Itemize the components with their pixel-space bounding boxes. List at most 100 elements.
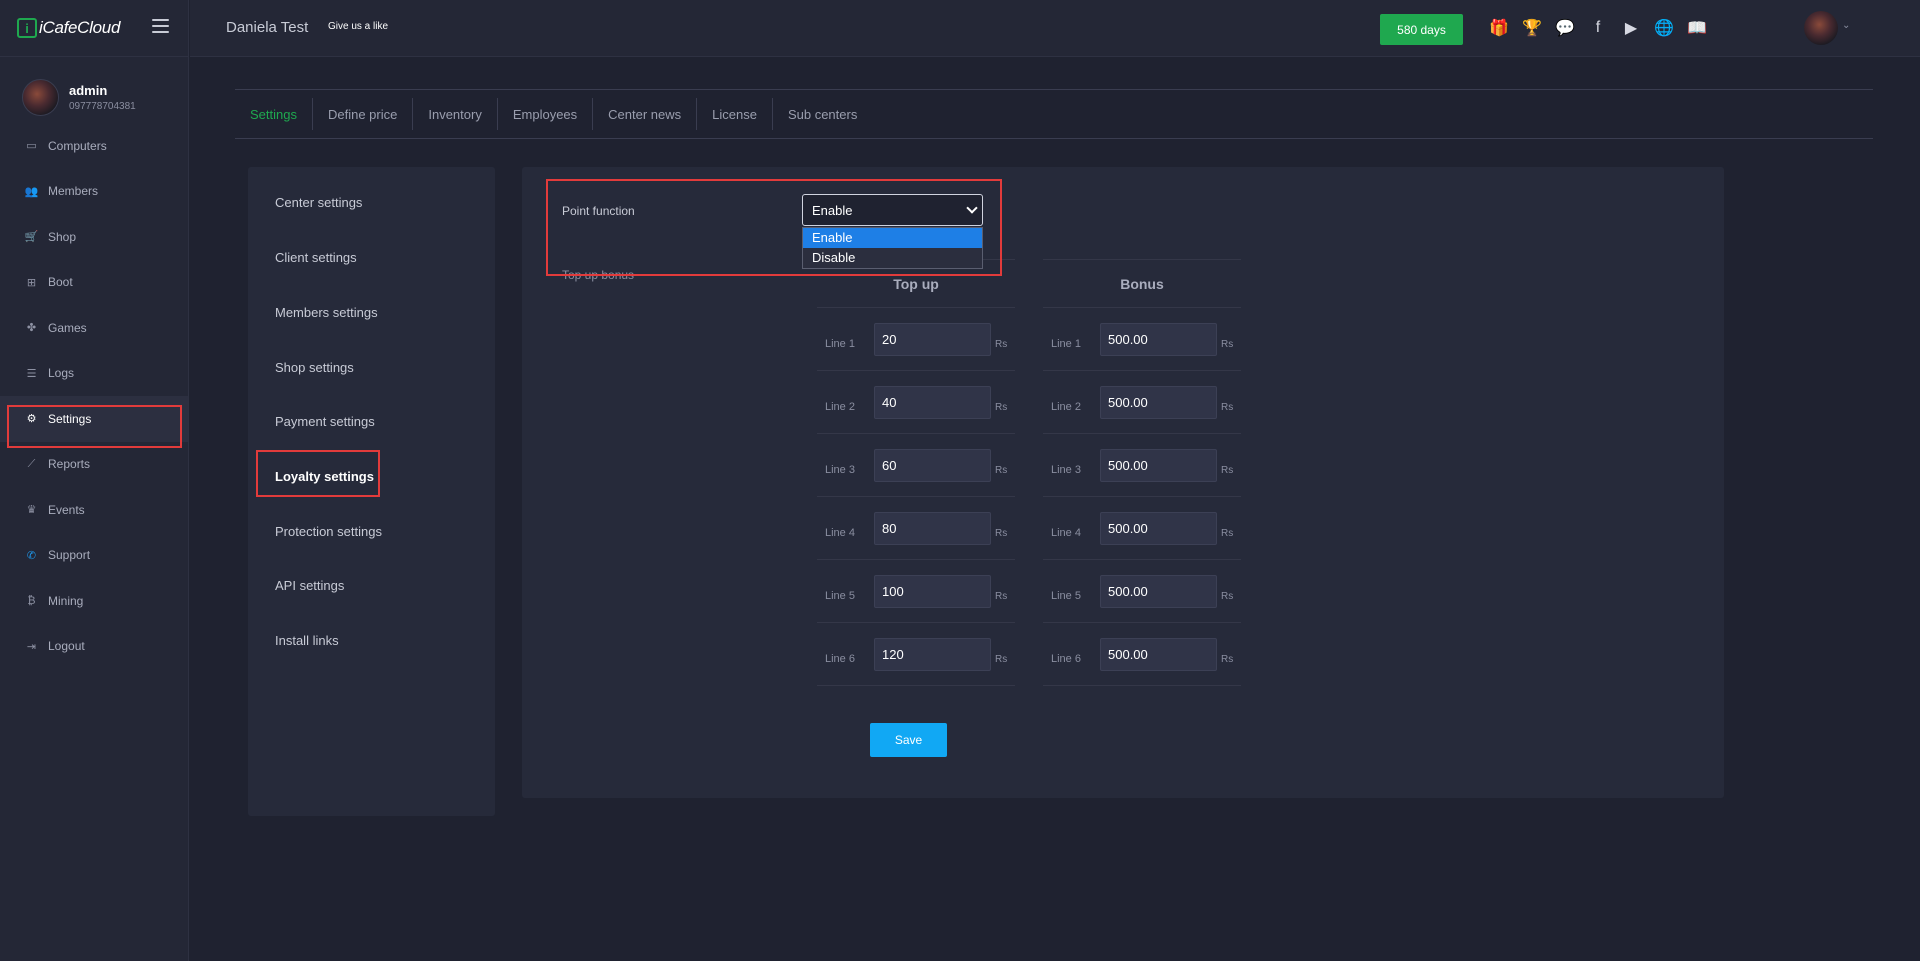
point-function-select[interactable]: Enable	[802, 194, 983, 226]
youtube-icon[interactable]: ▶	[1620, 17, 1642, 39]
gift-icon[interactable]: 🎁	[1488, 17, 1510, 39]
book-icon[interactable]: 📖	[1686, 17, 1708, 39]
user-block: admin 097778704381	[0, 57, 188, 117]
sidebar-item-logs[interactable]: ☰ Logs	[0, 351, 188, 397]
tab-define-price[interactable]: Define price	[313, 98, 414, 130]
sidebar-item-label: Shop	[48, 229, 77, 244]
settings-menu-center-settings[interactable]: Center settings	[275, 195, 362, 210]
topup-input[interactable]: 60	[874, 448, 991, 482]
sidebar-item-games[interactable]: ✤ Games	[0, 305, 188, 351]
topup-unit: Rs	[995, 464, 1008, 476]
users-icon: 👥	[24, 185, 39, 198]
logout-icon: ⇥	[26, 640, 37, 653]
hamburger-menu-icon[interactable]	[152, 19, 169, 33]
user-phone: 097778704381	[69, 100, 136, 112]
tab-sub-centers[interactable]: Sub centers	[773, 98, 872, 130]
loyalty-settings-panel: Point function Top up bonus Top up Line …	[522, 167, 1724, 798]
bonus-line-label: Line 6	[1051, 653, 1081, 665]
topup-row: Line 2 40 Rs	[817, 371, 1015, 434]
bonus-input[interactable]: 500.00	[1100, 448, 1217, 482]
bonus-input[interactable]: 500.00	[1100, 385, 1217, 419]
sidebar-item-logout[interactable]: ⇥ Logout	[0, 624, 188, 670]
settings-menu-shop-settings[interactable]: Shop settings	[275, 360, 354, 375]
sidebar-item-label: Computers	[48, 138, 107, 153]
bonus-row: Line 4 500.00 Rs	[1043, 497, 1241, 560]
topup-unit: Rs	[995, 338, 1008, 350]
bonus-line-label: Line 1	[1051, 338, 1081, 350]
topup-input[interactable]: 20	[874, 322, 991, 356]
sidebar-item-mining[interactable]: ₿ Mining	[0, 578, 188, 624]
bonus-unit: Rs	[1221, 590, 1234, 602]
sidebar-item-support[interactable]: ✆ Support	[0, 533, 188, 579]
header: Daniela Test Give us a like 580 days 🎁 🏆 💬…	[190, 0, 1920, 57]
globe-icon[interactable]: 🌐	[1653, 17, 1675, 39]
sidebar-item-settings[interactable]: ⚙ Settings	[0, 396, 188, 442]
topup-row: Line 6 120 Rs	[817, 623, 1015, 686]
tab-center-news[interactable]: Center news	[593, 98, 698, 130]
settings-menu-loyalty-settings[interactable]: Loyalty settings	[275, 469, 374, 484]
bonus-input[interactable]: 500.00	[1100, 574, 1217, 608]
tab-inventory[interactable]: Inventory	[413, 98, 498, 130]
chevron-down-icon[interactable]: ⌄	[1842, 20, 1850, 31]
topup-line-label: Line 1	[825, 338, 855, 350]
header-avatar[interactable]	[1804, 11, 1838, 45]
facebook-icon[interactable]: f	[1587, 17, 1609, 39]
tab-settings[interactable]: Settings	[235, 98, 313, 130]
center-name: Daniela Test	[226, 19, 309, 36]
settings-menu-client-settings[interactable]: Client settings	[275, 250, 357, 265]
tab-license[interactable]: License	[697, 98, 773, 130]
bonus-input[interactable]: 500.00	[1100, 637, 1217, 671]
settings-menu-protection-settings[interactable]: Protection settings	[275, 524, 382, 539]
dropdown-option-disable[interactable]: Disable	[803, 248, 982, 268]
logo-text: iCafeCloud	[39, 18, 121, 37]
bonus-input[interactable]: 500.00	[1100, 511, 1217, 545]
tab-employees[interactable]: Employees	[498, 98, 594, 130]
sidebar-item-computers[interactable]: ▭ Computers	[0, 123, 188, 169]
cart-icon: 🛒	[24, 231, 39, 244]
settings-menu-members-settings[interactable]: Members settings	[275, 305, 378, 320]
topup-input[interactable]: 120	[874, 637, 991, 671]
sidebar-item-label: Support	[48, 548, 91, 563]
phone-icon: ✆	[26, 549, 37, 562]
settings-menu: Center settings Client settings Members se…	[248, 167, 495, 816]
topup-unit: Rs	[995, 653, 1008, 665]
give-like-link[interactable]: Give us a like	[328, 21, 388, 32]
sidebar-item-label: Logs	[48, 366, 75, 381]
topup-bonus-label: Top up bonus	[562, 268, 635, 282]
bonus-input[interactable]: 500.00	[1100, 322, 1217, 356]
bitcoin-icon: ₿	[27, 594, 36, 607]
chart-icon: ⟋	[27, 457, 36, 470]
bonus-line-label: Line 2	[1051, 401, 1081, 413]
discord-icon[interactable]: 💬	[1554, 17, 1576, 39]
topup-input[interactable]: 100	[874, 574, 991, 608]
bonus-row: Line 5 500.00 Rs	[1043, 560, 1241, 623]
monitor-icon: ▭	[26, 140, 37, 153]
sidebar-item-label: Logout	[48, 639, 85, 654]
chevron-down-icon	[966, 202, 978, 214]
topup-line-label: Line 3	[825, 464, 855, 476]
topup-input[interactable]: 80	[874, 511, 991, 545]
bonus-column-header: Bonus	[1043, 259, 1241, 308]
bonus-unit: Rs	[1221, 653, 1234, 665]
dropdown-option-enable[interactable]: Enable	[803, 228, 982, 248]
sidebar-item-shop[interactable]: 🛒 Shop	[0, 214, 188, 260]
license-days-badge[interactable]: 580 days	[1380, 14, 1463, 45]
topup-row: Line 3 60 Rs	[817, 434, 1015, 497]
bonus-line-label: Line 4	[1051, 527, 1081, 539]
trophy-icon[interactable]: 🏆	[1521, 17, 1543, 39]
gear-icon: ⚙	[26, 413, 37, 426]
sidebar-item-label: Members	[48, 184, 99, 199]
topup-input[interactable]: 40	[874, 385, 991, 419]
sidebar-item-members[interactable]: 👥 Members	[0, 169, 188, 215]
sidebar-item-boot[interactable]: ⊞ Boot	[0, 260, 188, 306]
settings-menu-payment-settings[interactable]: Payment settings	[275, 414, 375, 429]
save-button[interactable]: Save	[870, 723, 947, 757]
topup-line-label: Line 6	[825, 653, 855, 665]
sidebar-item-reports[interactable]: ⟋ Reports	[0, 442, 188, 488]
sidebar-item-events[interactable]: ♛ Events	[0, 487, 188, 533]
settings-menu-install-links[interactable]: Install links	[275, 633, 339, 648]
bonus-table: Bonus Line 1 500.00 Rs Line 2 500.00 Rs Line 3…	[1043, 259, 1241, 686]
topup-line-label: Line 4	[825, 527, 855, 539]
settings-menu-api-settings[interactable]: API settings	[275, 578, 344, 593]
logo-row: i iCafeCloud	[0, 0, 188, 57]
